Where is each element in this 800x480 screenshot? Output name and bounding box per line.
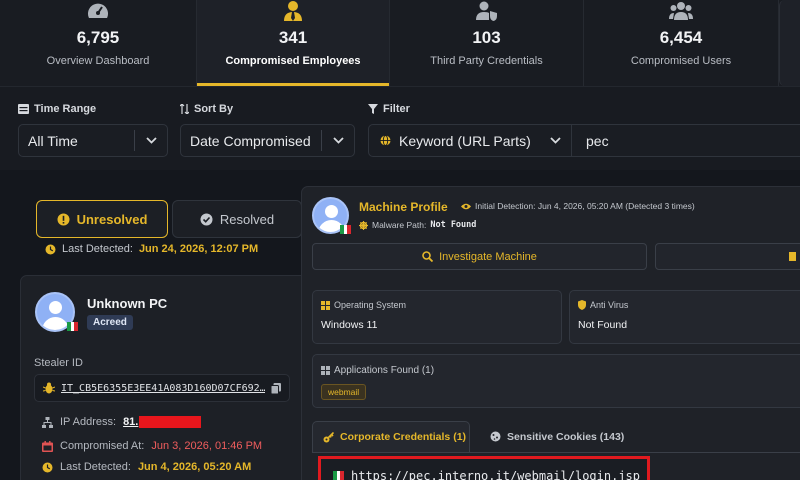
stat-value: 6,795	[76, 28, 120, 47]
tab-divider	[312, 452, 800, 453]
calendar-icon	[42, 440, 53, 452]
filter-type-select[interactable]: Keyword (URL Parts)	[368, 124, 572, 157]
antivirus-card: Anti Virus Not Found	[569, 290, 800, 344]
stat-label: Compromised Users	[630, 55, 732, 67]
stat-value: 6,454	[659, 28, 703, 47]
app-chip[interactable]: webmail	[321, 384, 367, 400]
stat-next-partial[interactable]	[779, 0, 800, 86]
compromised-at-row: Compromised At: Jun 3, 2026, 01:46 PM	[42, 440, 262, 452]
sort-by-label: Sort By	[180, 103, 233, 115]
stealer-id-label: Stealer ID	[34, 357, 83, 369]
tab-unresolved[interactable]: Unresolved	[36, 200, 168, 238]
clock-icon	[42, 462, 53, 472]
chevron-down-icon	[539, 125, 571, 156]
shield-icon	[578, 300, 586, 310]
chevron-down-icon	[322, 125, 354, 156]
italy-flag-icon	[340, 225, 352, 234]
gear-icon	[359, 220, 368, 230]
stat-label: Compromised Employees	[225, 55, 361, 67]
machine-name: Unknown PC	[87, 296, 168, 311]
initial-detection: Initial Detection: Jun 4, 2026, 05:20 AM…	[461, 201, 695, 211]
bug-icon	[43, 382, 55, 394]
cube-icon	[789, 252, 796, 261]
time-range-select[interactable]: All Time	[18, 124, 168, 157]
last-detected-summary: Last Detected: Jun 24, 2026, 12:07 PM	[45, 243, 258, 255]
operating-system-card: Operating System Windows 11	[312, 290, 562, 344]
redaction-bar	[139, 416, 202, 428]
malware-path: Malware Path: Not Found	[359, 220, 476, 230]
machine-profile-title: Machine Profile	[359, 200, 448, 214]
filter-query-input[interactable]: pec	[571, 124, 800, 157]
stat-third-party-credentials[interactable]: 103 Third Party Credentials	[390, 0, 584, 86]
chevron-down-icon	[135, 125, 167, 156]
applications-card: Applications Found (1) webmail	[312, 354, 800, 408]
stats-bar: 6,795 Overview Dashboard 341 Compromised…	[0, 0, 800, 86]
check-circle-icon	[200, 213, 213, 225]
grid-icon	[321, 366, 330, 375]
sort-by-select[interactable]: Date Compromised	[180, 124, 355, 157]
time-range-label: Time Range	[18, 103, 96, 115]
ip-address-row: IP Address: 81.	[42, 416, 202, 428]
investigate-machine-button[interactable]: Investigate Machine	[312, 243, 647, 270]
stat-compromised-users[interactable]: 6,454 Compromised Users	[584, 0, 779, 86]
stat-label: Overview Dashboard	[46, 55, 150, 67]
credential-url-highlight[interactable]: https://pec.interno.it/webmail/login.jsp	[318, 456, 650, 480]
filter-bar: Time Range All Time Sort By Date Comprom…	[0, 86, 800, 170]
tab-corporate-credentials[interactable]: Corporate Credentials (1)	[312, 421, 470, 452]
stat-value: 341	[278, 28, 308, 47]
clock-icon	[45, 244, 56, 254]
windows-icon	[321, 300, 330, 310]
globe-icon	[369, 135, 391, 146]
employee-icon	[284, 1, 302, 21]
source-badge: Acreed	[87, 315, 133, 330]
copy-icon[interactable]	[271, 382, 281, 394]
funnel-icon	[368, 104, 378, 114]
italy-flag-icon	[67, 322, 79, 331]
search-icon	[422, 251, 434, 262]
tab-resolved[interactable]: Resolved	[172, 200, 302, 238]
network-icon	[42, 416, 53, 428]
filter-label: Filter	[368, 103, 410, 115]
tab-sensitive-cookies[interactable]: Sensitive Cookies (143)	[480, 421, 624, 452]
stealer-id-field[interactable]: IT_CB5E6355E3EE41A083D160D07CF692…	[34, 374, 290, 402]
secondary-action-button[interactable]	[655, 243, 800, 270]
last-detected-row: Last Detected: Jun 4, 2026, 05:20 AM	[42, 461, 251, 473]
sort-icon	[180, 104, 189, 114]
italy-flag-icon	[333, 471, 345, 480]
users-icon	[669, 2, 693, 20]
calendar-table-icon	[18, 104, 29, 114]
stealer-id-value[interactable]: IT_CB5E6355E3EE41A083D160D07CF692…	[61, 383, 265, 394]
exclamation-circle-icon	[57, 213, 70, 225]
ip-address-value[interactable]: 81.	[123, 416, 138, 428]
stat-overview-dashboard[interactable]: 6,795 Overview Dashboard	[0, 0, 197, 86]
eye-icon	[461, 203, 471, 209]
user-shield-icon	[475, 1, 497, 21]
credential-url[interactable]: https://pec.interno.it/webmail/login.jsp	[351, 469, 640, 480]
key-icon	[323, 431, 334, 442]
stat-label: Third Party Credentials	[430, 55, 543, 67]
stat-compromised-employees[interactable]: 341 Compromised Employees	[197, 0, 390, 86]
cookie-icon	[490, 431, 501, 442]
gauge-icon	[88, 3, 108, 18]
stat-value: 103	[472, 28, 501, 47]
